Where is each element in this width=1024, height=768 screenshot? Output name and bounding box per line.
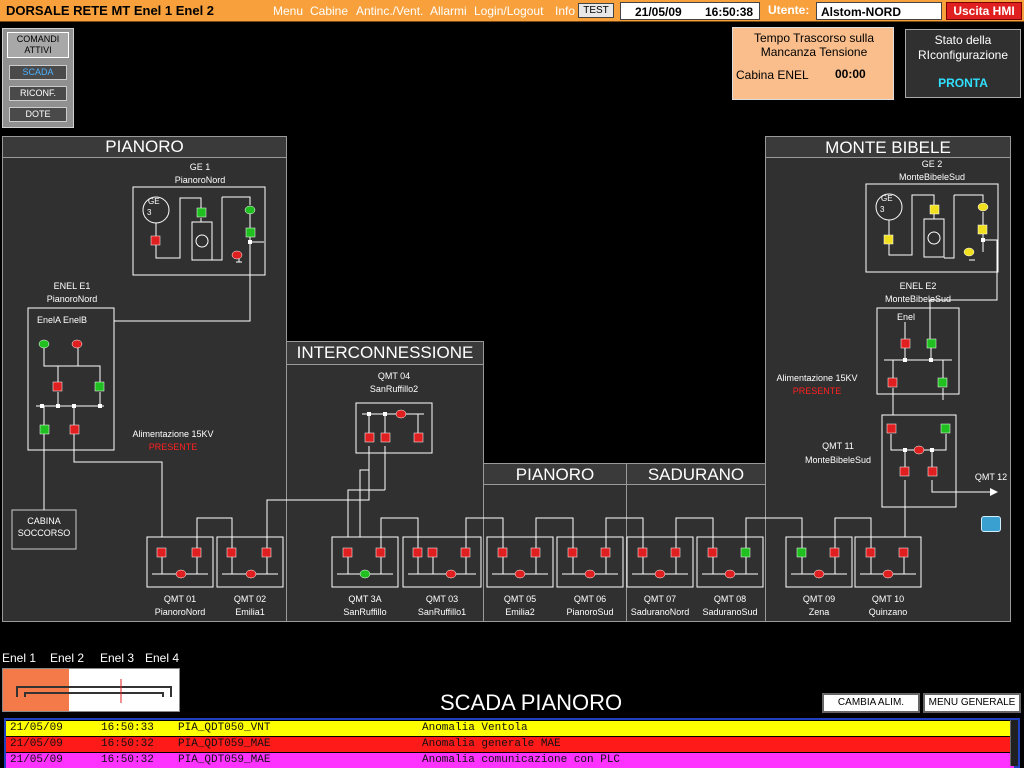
ge2-name: GE 2	[921, 159, 943, 169]
alarm-time: 16:50:33	[101, 722, 154, 734]
monitor-icon[interactable]	[981, 516, 1001, 532]
qmt03-sub: SanRuffillo1	[417, 607, 467, 617]
menu-generale-button[interactable]: MENU GENERALE	[923, 693, 1021, 713]
ge2-symbol-label: GE	[881, 194, 893, 203]
alarm-tag: PIA_QDT059_MAE	[178, 754, 271, 766]
qmt09-sub: Zena	[808, 607, 830, 617]
alarm-description: Anomalia comunicazione con PLC	[422, 754, 621, 766]
cambia-alim-button[interactable]: CAMBIA ALIM.	[822, 693, 920, 713]
ge1-name: GE 1	[189, 162, 211, 172]
scada-title: SCADA PIANORO	[440, 690, 623, 715]
qmt03-name: QMT 03	[425, 594, 459, 604]
alim-left-state: PRESENTE	[148, 442, 198, 452]
qmt3a-sub: SanRuffillo	[343, 607, 387, 617]
alarm-row[interactable]: 21/05/09 16:50:32 PIA_QDT059_MAE Anomali…	[6, 753, 1014, 768]
qmt07-sub: SaduranoNord	[630, 607, 690, 617]
qmt06-sub: PianoroSud	[566, 607, 614, 617]
cabina-soccorso-label: CABINA SOCCORSO	[17, 516, 71, 538]
qmt06-name: QMT 06	[573, 594, 607, 604]
alarm-list[interactable]: 21/05/09 16:50:33 PIA_QDT050_VNT Anomali…	[4, 718, 1020, 768]
qmt08-name: QMT 08	[713, 594, 747, 604]
alarm-date: 21/05/09	[10, 738, 63, 750]
qmt05-sub: Emilia2	[505, 607, 535, 617]
qmt04-sub: SanRuffillo2	[369, 384, 419, 394]
alarm-row[interactable]: 21/05/09 16:50:33 PIA_QDT050_VNT Anomali…	[6, 721, 1014, 736]
qmt10-sub: Quinzano	[868, 607, 908, 617]
qmt12-label: QMT 12	[974, 472, 1008, 482]
enel-e1-inner: EnelA EnelB	[36, 315, 88, 325]
ge1-sub: PianoroNord	[174, 175, 226, 185]
ge1-symbol-phase: 3	[147, 208, 152, 217]
qmt02-name: QMT 02	[233, 594, 267, 604]
enel-e2-inner: Enel	[896, 312, 915, 322]
alarm-tag: PIA_QDT050_VNT	[178, 722, 271, 734]
enel-strip-label-2: Enel 2	[50, 651, 85, 665]
qmt11-name: QMT 11	[822, 441, 854, 451]
enel-e2-sub: MonteBibeleSud	[884, 294, 952, 304]
alarm-description: Anomalia generale MAE	[422, 738, 561, 750]
qmt04-name: QMT 04	[377, 371, 411, 381]
qmt01-name: QMT 01	[163, 594, 197, 604]
qmt04-box	[355, 402, 433, 454]
scada-screen: DORSALE RETE MT Enel 1 Enel 2 Menu Cabin…	[0, 0, 1024, 768]
enel-supply-strip[interactable]	[2, 668, 180, 712]
qmt09-name: QMT 09	[802, 594, 836, 604]
enel-strip-label-1: Enel 1	[2, 651, 37, 665]
qmt08-sub: SaduranoSud	[702, 607, 758, 617]
alarm-date: 21/05/09	[10, 754, 63, 766]
qmt10-name: QMT 10	[871, 594, 905, 604]
alarm-time: 16:50:32	[101, 754, 154, 766]
qmt07-name: QMT 07	[643, 594, 677, 604]
alarm-tag: PIA_QDT059_MAE	[178, 738, 271, 750]
alarm-description: Anomalia Ventola	[422, 722, 528, 734]
alarm-row[interactable]: 21/05/09 16:50:32 PIA_QDT059_MAE Anomali…	[6, 737, 1014, 752]
enel-strip-label-3: Enel 3	[100, 651, 135, 665]
qmt02-sub: Emilia1	[235, 607, 265, 617]
ge2-sub: MonteBibeleSud	[898, 172, 966, 182]
ge2-symbol-phase: 3	[880, 205, 885, 214]
qmt05-name: QMT 05	[503, 594, 537, 604]
alarm-date: 21/05/09	[10, 722, 63, 734]
alim-right-state: PRESENTE	[792, 386, 842, 396]
enel-e2-name: ENEL E2	[899, 281, 937, 291]
enel-e1-sub: PianoroNord	[46, 294, 98, 304]
qmt3a-name: QMT 3A	[348, 594, 382, 604]
alarm-scrollbar[interactable]	[1010, 720, 1018, 766]
enel-strip-label-4: Enel 4	[145, 651, 180, 665]
enel-e1-name: ENEL E1	[53, 281, 91, 291]
qmt11-sub: MonteBibeleSud	[804, 455, 872, 465]
ge1-symbol-label: GE	[148, 197, 160, 206]
alim-left-label: Alimentazione 15KV	[132, 429, 214, 439]
alarm-time: 16:50:32	[101, 738, 154, 750]
enel-supply-diagram	[16, 679, 172, 703]
qmt01-sub: PianoroNord	[154, 607, 206, 617]
alim-right-label: Alimentazione 15KV	[776, 373, 858, 383]
